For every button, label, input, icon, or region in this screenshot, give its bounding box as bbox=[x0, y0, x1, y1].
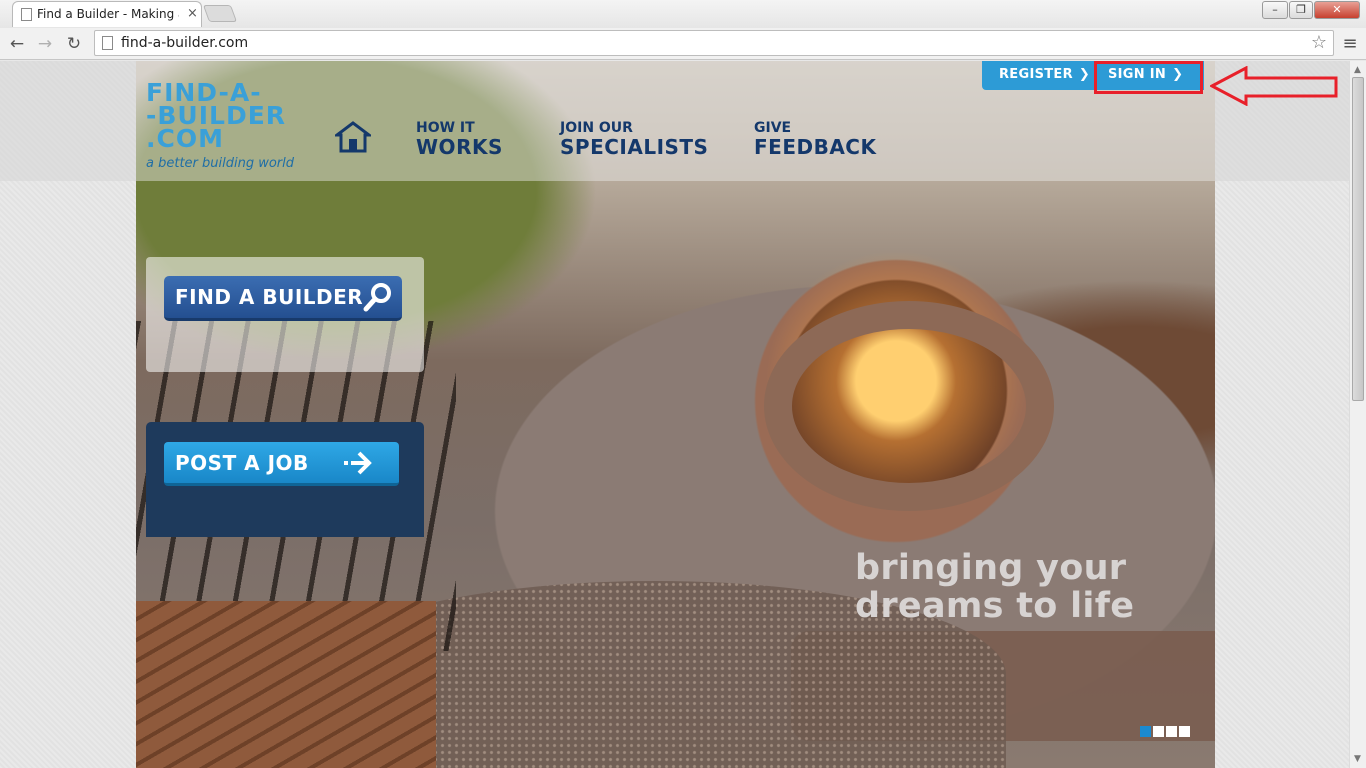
nav-label-small: JOIN OUR bbox=[560, 120, 633, 136]
sign-in-highlight-box bbox=[1094, 61, 1203, 94]
register-label: REGISTER bbox=[999, 67, 1073, 82]
nav-label-small: GIVE bbox=[754, 120, 792, 136]
nav-how-it-works[interactable]: HOW IT WORKS bbox=[416, 120, 503, 159]
nav-label-big: WORKS bbox=[416, 135, 503, 159]
chevron-right-icon: ❯ bbox=[1078, 67, 1091, 82]
page-viewport: FIND-A- -BUILDER .COM a better building … bbox=[0, 61, 1349, 768]
magnifier-icon bbox=[362, 281, 394, 317]
home-icon[interactable] bbox=[332, 121, 374, 153]
scrollbar-thumb[interactable] bbox=[1352, 77, 1364, 401]
slider-dot[interactable] bbox=[1179, 726, 1190, 737]
menu-icon[interactable]: ≡ bbox=[1340, 34, 1360, 54]
nav-label-big: SPECIALISTS bbox=[560, 135, 709, 159]
address-bar[interactable]: find-a-builder.com ☆ bbox=[94, 30, 1334, 56]
site-logo[interactable]: FIND-A- -BUILDER .COM a better building … bbox=[146, 80, 316, 171]
post-job-panel-tab bbox=[268, 513, 424, 537]
find-a-builder-label: FIND A BUILDER bbox=[175, 285, 364, 309]
slider-pagination bbox=[1140, 722, 1192, 741]
window-close-button[interactable]: ✕ bbox=[1314, 1, 1360, 19]
nav-join-our-specialists[interactable]: JOIN OUR SPECIALISTS bbox=[560, 120, 709, 159]
nav-give-feedback[interactable]: GIVE FEEDBACK bbox=[754, 120, 877, 159]
page-icon bbox=[102, 36, 113, 50]
firepit bbox=[764, 301, 1054, 511]
page-scrollbar[interactable]: ▲ ▼ bbox=[1349, 61, 1366, 768]
find-a-builder-button[interactable]: FIND A BUILDER bbox=[164, 276, 402, 321]
slider-dot[interactable] bbox=[1153, 726, 1164, 737]
post-a-job-button[interactable]: POST A JOB bbox=[164, 442, 399, 486]
arrow-right-icon bbox=[343, 449, 373, 481]
nav-label-big: FEEDBACK bbox=[754, 135, 877, 159]
slider-dot[interactable] bbox=[1140, 726, 1151, 737]
register-button[interactable]: REGISTER ❯ bbox=[999, 67, 1090, 82]
post-a-job-label: POST A JOB bbox=[175, 451, 309, 475]
logo-tagline: a better building world bbox=[146, 156, 295, 171]
hero-tagline-line: bringing your bbox=[855, 548, 1127, 588]
reload-icon[interactable]: ↻ bbox=[63, 33, 85, 55]
star-icon[interactable]: ☆ bbox=[1311, 32, 1327, 53]
scroll-down-arrow-icon[interactable]: ▼ bbox=[1354, 754, 1361, 764]
tab-close-icon[interactable]: × bbox=[187, 6, 198, 22]
logo-text-line: .COM bbox=[146, 124, 224, 153]
scroll-up-arrow-icon[interactable]: ▲ bbox=[1354, 65, 1361, 75]
annotation-arrow-icon bbox=[1208, 65, 1340, 110]
hero-tagline-line: dreams to life bbox=[855, 586, 1135, 626]
back-arrow-icon[interactable]: ← bbox=[6, 33, 28, 55]
browser-toolbar: ← → ↻ find-a-builder.com ☆ ≡ bbox=[0, 28, 1366, 60]
new-tab-button[interactable] bbox=[202, 5, 238, 22]
find-builder-panel: FIND A BUILDER bbox=[146, 257, 424, 372]
browser-tab[interactable]: Find a Builder - Making a l × bbox=[12, 1, 202, 27]
forward-arrow-icon[interactable]: → bbox=[34, 33, 56, 55]
browser-titlebar: Find a Builder - Making a l × – ❐ ✕ bbox=[0, 0, 1366, 28]
hero-tagline: bringing your dreams to life bbox=[855, 549, 1134, 625]
slider-dot[interactable] bbox=[1166, 726, 1177, 737]
tab-title: Find a Builder - Making a l bbox=[37, 7, 179, 21]
address-url[interactable]: find-a-builder.com bbox=[121, 35, 248, 51]
page-icon bbox=[21, 8, 32, 21]
nav-label-small: HOW IT bbox=[416, 120, 475, 136]
window-maximize-button[interactable]: ❐ bbox=[1289, 1, 1313, 19]
window-minimize-button[interactable]: – bbox=[1262, 1, 1288, 19]
deck-boards bbox=[136, 601, 436, 768]
